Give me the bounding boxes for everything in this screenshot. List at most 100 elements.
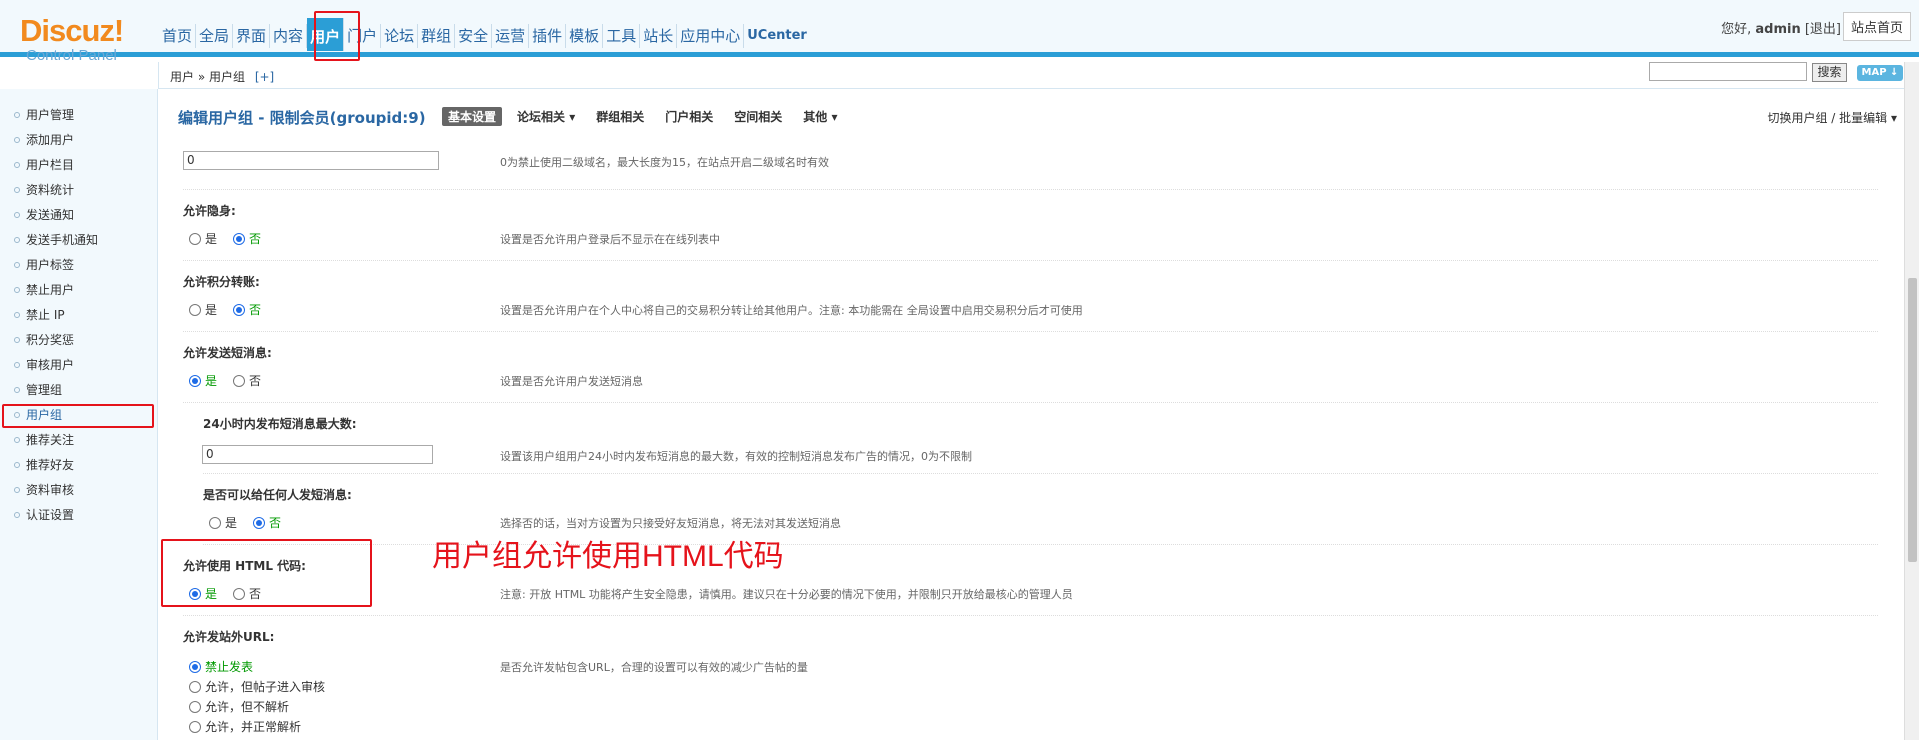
vertical-scrollbar[interactable] — [1904, 62, 1919, 740]
url-forbid-radio[interactable]: 禁止发表 — [189, 658, 253, 675]
radio-icon — [189, 701, 201, 713]
nav-group[interactable]: 群组 — [418, 24, 456, 48]
setting-label: 允许发送短消息: — [183, 346, 272, 360]
sidebar-item-verify[interactable]: 认证设置 — [14, 506, 74, 524]
sidebar-item-label: 添加用户 — [26, 133, 75, 147]
switch-group-link[interactable]: 切换用户组 / 批量编辑 ▾ — [1767, 109, 1897, 126]
setting-description: 注意: 开放 HTML 功能将产生安全隐患，请慎用。建议只在十分必要的情况下使用… — [500, 588, 1073, 601]
nav-user-highlight-box — [314, 11, 360, 61]
sidebar-item-ban-user[interactable]: 禁止用户 — [14, 281, 74, 299]
sidebar-item-add-member[interactable]: 添加用户 — [14, 131, 74, 149]
setting-description: 0为禁止使用二级域名，最大长度为15，在站点开启二级域名时有效 — [500, 156, 829, 169]
bullet-icon — [14, 462, 20, 468]
nav-home[interactable]: 首页 — [159, 24, 197, 48]
bullet-icon — [14, 512, 20, 518]
pm-anyone-yes-radio[interactable]: 是 — [209, 514, 237, 531]
sidebar-item-label: 审核用户 — [26, 358, 75, 372]
transfer-no-radio[interactable]: 否 — [233, 301, 261, 318]
map-button[interactable]: MAP ↓ — [1857, 65, 1903, 81]
sidebar-item-label: 用户标签 — [26, 258, 75, 272]
sidebar-item-credits[interactable]: 积分奖惩 — [14, 331, 74, 349]
sidebar-item-profile-fields[interactable]: 用户栏目 — [14, 156, 74, 174]
nav-tools[interactable]: 工具 — [603, 24, 641, 48]
nav-safe[interactable]: 安全 — [455, 24, 493, 48]
pm-no-radio[interactable]: 否 — [233, 372, 261, 389]
setting-description: 设置是否允许用户登录后不显示在在线列表中 — [500, 233, 720, 246]
tab-other[interactable]: 其他 ▾ — [797, 107, 843, 126]
setting-label: 是否可以给任何人发短消息: — [203, 488, 352, 502]
nav-content[interactable]: 内容 — [270, 24, 308, 48]
url-noparse-radio[interactable]: 允许，但不解析 — [189, 698, 289, 715]
radio-checked-icon — [233, 304, 245, 316]
setting-row-url: 允许发站外URL: 禁止发表 允许，但帖子进入审核 允许，但不解析 允许，并正常… — [183, 616, 1878, 740]
nav-global[interactable]: 全局 — [196, 24, 234, 48]
bullet-icon — [14, 262, 20, 268]
sidebar-item-ban-ip[interactable]: 禁止 IP — [14, 306, 65, 324]
setting-description: 选择否的话，当对方设置为只接受好友短消息，将无法对其发送短消息 — [500, 517, 841, 530]
sidebar-item-follow[interactable]: 推荐关注 — [14, 431, 74, 449]
domain-length-input[interactable]: 0 — [183, 151, 439, 170]
setting-label: 允许发站外URL: — [183, 630, 275, 644]
sidebar-item-notify[interactable]: 发送通知 — [14, 206, 74, 224]
nav-extended[interactable]: 运营 — [492, 24, 530, 48]
sidebar-item-members[interactable]: 用户管理 — [14, 106, 74, 124]
invisible-yes-radio[interactable]: 是 — [189, 230, 217, 247]
tab-basic[interactable]: 基本设置 — [442, 107, 503, 126]
nav-forum[interactable]: 论坛 — [381, 24, 419, 48]
sidebar-item-stats[interactable]: 资料统计 — [14, 181, 74, 199]
breadcrumb: 用户 » 用户组 [+] — [170, 68, 274, 85]
pm-limit-input[interactable]: 0 — [202, 445, 433, 464]
scrollbar-thumb[interactable] — [1908, 278, 1917, 562]
sidebar-item-mobile-notify[interactable]: 发送手机通知 — [14, 231, 98, 249]
nav-template[interactable]: 模板 — [566, 24, 604, 48]
search-button[interactable]: 搜索 — [1812, 63, 1847, 82]
bullet-icon — [14, 112, 20, 118]
setting-description: 设置该用户组用户24小时内发布短消息的最大数，有效的控制短消息发布广告的情况，0… — [500, 450, 972, 463]
radio-checked-icon — [189, 661, 201, 673]
sidebar-item-admin-group[interactable]: 管理组 — [14, 381, 62, 399]
sidebar-item-label: 发送通知 — [26, 208, 75, 222]
radio-checked-icon — [253, 517, 265, 529]
tab-portal[interactable]: 门户相关 — [659, 107, 719, 126]
bullet-icon — [14, 337, 20, 343]
pm-anyone-no-radio[interactable]: 否 — [253, 514, 281, 531]
setting-description: 是否允许发帖包含URL，合理的设置可以有效的减少广告帖的量 — [500, 661, 808, 674]
annotation-text: 用户组允许使用HTML代码 — [432, 540, 784, 573]
nav-cloud[interactable]: 应用中心 — [677, 24, 745, 48]
username: admin — [1755, 22, 1801, 37]
sidebar-item-label: 认证设置 — [26, 508, 75, 522]
sidebar-item-tags[interactable]: 用户标签 — [14, 256, 74, 274]
radio-checked-icon — [233, 233, 245, 245]
nav-ucenter[interactable]: UCenter — [744, 24, 810, 48]
radio-icon — [189, 721, 201, 733]
nav-style[interactable]: 界面 — [233, 24, 271, 48]
nav-plugin[interactable]: 插件 — [529, 24, 567, 48]
url-moderate-radio[interactable]: 允许，但帖子进入审核 — [189, 678, 325, 695]
nav-founder[interactable]: 站长 — [640, 24, 678, 48]
tab-forum[interactable]: 论坛相关 ▾ — [511, 107, 581, 126]
search-input[interactable] — [1649, 62, 1807, 81]
page-title: 编辑用户组 - 限制会员(groupid:9) — [178, 109, 426, 127]
invisible-no-radio[interactable]: 否 — [233, 230, 261, 247]
top-nav: 首页 全局 界面 内容 用户 门户 论坛 群组 安全 运营 插件 模板 工具 站… — [159, 18, 810, 51]
sidebar-item-profile-review[interactable]: 资料审核 — [14, 481, 74, 499]
user-info: 您好, admin [退出] — [1721, 18, 1841, 37]
radio-icon — [189, 304, 201, 316]
bullet-icon — [14, 237, 20, 243]
top-header: Discuz! Control Panel 首页 全局 界面 内容 用户 门户 … — [0, 0, 1919, 64]
add-shortcut-link[interactable]: [+] — [255, 70, 274, 84]
setting-label: 24小时内发布短消息最大数: — [203, 417, 357, 431]
pm-yes-radio[interactable]: 是 — [189, 372, 217, 389]
site-home-button[interactable]: 站点首页 — [1842, 12, 1911, 41]
tab-group[interactable]: 群组相关 — [590, 107, 650, 126]
transfer-yes-radio[interactable]: 是 — [189, 301, 217, 318]
breadcrumb-text[interactable]: 用户 » 用户组 — [170, 70, 245, 84]
logo-brand: Discuz! — [20, 13, 124, 48]
sidebar-item-friends[interactable]: 推荐好友 — [14, 456, 74, 474]
logout-link[interactable]: [退出] — [1805, 22, 1841, 37]
logo-subtitle: Control Panel — [26, 47, 117, 64]
tab-home[interactable]: 空间相关 — [728, 107, 788, 126]
setting-label: 允许积分转账: — [183, 275, 260, 289]
sidebar-item-moderate[interactable]: 审核用户 — [14, 356, 74, 374]
url-parse-radio[interactable]: 允许，并正常解析 — [189, 718, 301, 735]
